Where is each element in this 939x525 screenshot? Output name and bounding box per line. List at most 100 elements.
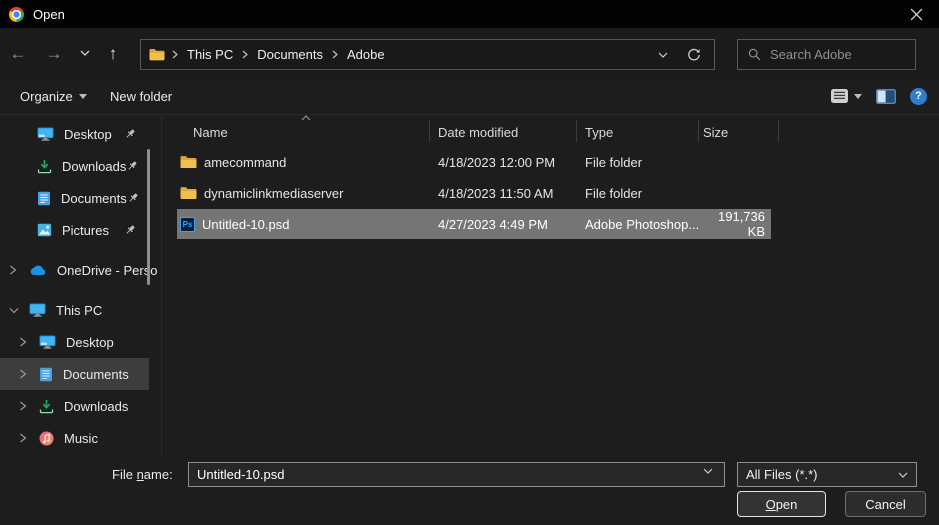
sidebar-item-label: Documents xyxy=(63,367,129,382)
breadcrumb-chevron-icon xyxy=(242,50,248,59)
column-header-type[interactable]: Type xyxy=(585,115,613,144)
sidebar-item-downloads[interactable]: Downloads xyxy=(0,390,160,422)
breadcrumb-segment-this-pc[interactable]: This PC xyxy=(185,47,235,62)
details-view-icon xyxy=(830,88,849,104)
music-icon xyxy=(39,431,54,446)
file-date-modified: 4/27/2023 4:49 PM xyxy=(429,217,576,232)
sidebar-item-onedrive[interactable]: OneDrive - Perso xyxy=(0,254,160,286)
file-name-label-post: ame: xyxy=(144,467,173,482)
file-row-untitled-10-psd-selected[interactable]: Ps Untitled-10.psd 4/27/2023 4:49 PM Ado… xyxy=(177,209,771,239)
open-button-label: pen xyxy=(776,497,798,512)
help-button[interactable]: ? xyxy=(910,88,927,105)
cancel-button[interactable]: Cancel xyxy=(845,491,926,517)
file-name-input[interactable] xyxy=(188,462,725,487)
column-header-name[interactable]: Name xyxy=(193,115,228,144)
recent-locations-button[interactable] xyxy=(72,40,98,66)
chevron-right-icon xyxy=(19,401,31,411)
file-row-amecommand[interactable]: amecommand 4/18/2023 12:00 PM File folde… xyxy=(177,147,771,177)
sidebar-item-label: Desktop xyxy=(66,335,114,350)
pin-icon xyxy=(124,224,136,236)
chevron-down-icon xyxy=(898,472,908,478)
column-separator[interactable] xyxy=(576,120,577,142)
sidebar-item-label: Downloads xyxy=(64,399,128,414)
caret-down-icon xyxy=(79,94,87,99)
change-view-button[interactable] xyxy=(830,88,862,104)
search-input[interactable]: Search Adobe xyxy=(737,39,916,70)
title-bar: Open xyxy=(0,0,939,28)
sidebar-item-desktop[interactable]: Desktop xyxy=(0,326,160,358)
up-icon: ↑ xyxy=(109,45,118,62)
chevron-right-icon xyxy=(19,369,31,379)
file-name: dynamiclinkmediaserver xyxy=(204,186,343,201)
close-icon xyxy=(910,8,923,21)
search-icon xyxy=(748,48,761,61)
new-folder-label: New folder xyxy=(110,89,172,104)
sidebar-item-label: Documents xyxy=(61,191,127,206)
address-dropdown-button[interactable] xyxy=(651,43,675,67)
sidebar-item-desktop-pinned[interactable]: Desktop xyxy=(0,118,160,150)
sidebar-item-pictures-pinned[interactable]: Pictures xyxy=(0,214,160,246)
file-date-modified: 4/18/2023 12:00 PM xyxy=(429,155,576,170)
new-folder-button[interactable]: New folder xyxy=(110,78,172,114)
folder-icon xyxy=(180,186,197,200)
desktop-icon xyxy=(37,127,54,141)
pin-icon xyxy=(126,160,138,172)
downloads-icon xyxy=(39,399,54,414)
documents-icon xyxy=(39,367,53,382)
desktop-icon xyxy=(39,335,56,349)
preview-pane-icon xyxy=(876,89,896,104)
breadcrumb-segment-documents[interactable]: Documents xyxy=(255,47,325,62)
chevron-down-icon xyxy=(9,307,21,314)
forward-button[interactable]: → xyxy=(41,40,67,66)
sidebar-item-label: Downloads xyxy=(62,159,126,174)
sidebar-scrollbar[interactable] xyxy=(147,149,150,285)
organize-menu-button[interactable]: Organize xyxy=(20,78,87,114)
sidebar-item-documents-selected[interactable]: Documents xyxy=(0,358,149,390)
navigation-bar: ← → ↑ This PC Documents Adobe xyxy=(0,28,939,78)
up-button[interactable]: ↑ xyxy=(100,40,126,66)
breadcrumb-segment-adobe[interactable]: Adobe xyxy=(345,47,387,62)
sidebar-item-label: Pictures xyxy=(62,223,109,238)
column-separator[interactable] xyxy=(778,120,779,142)
sidebar-item-label: Music xyxy=(64,431,98,446)
breadcrumb[interactable]: This PC Documents Adobe xyxy=(140,39,715,70)
file-type-select[interactable]: All Files (*.*) xyxy=(737,462,917,487)
refresh-icon xyxy=(687,48,701,62)
preview-pane-button[interactable] xyxy=(876,89,896,104)
close-button[interactable] xyxy=(900,2,932,26)
file-rows: amecommand 4/18/2023 12:00 PM File folde… xyxy=(177,147,771,239)
organize-label: Organize xyxy=(20,89,73,104)
chevron-down-icon xyxy=(658,52,668,58)
sidebar-item-downloads-pinned[interactable]: Downloads xyxy=(0,150,160,182)
column-separator[interactable] xyxy=(429,120,430,142)
sidebar-group-gap xyxy=(0,246,160,254)
refresh-button[interactable] xyxy=(682,43,706,67)
sidebar-item-documents-pinned[interactable]: Documents xyxy=(0,182,160,214)
photoshop-file-icon: Ps xyxy=(180,217,195,232)
caret-down-icon xyxy=(854,94,862,99)
sidebar-item-label: Desktop xyxy=(64,127,112,142)
column-header-size[interactable]: Size xyxy=(703,115,728,144)
forward-icon: → xyxy=(46,45,63,62)
breadcrumb-chevron-icon xyxy=(332,50,338,59)
sidebar-item-music[interactable]: Music xyxy=(0,422,160,454)
dialog-footer: File name: All Files (*.*) Open Cancel xyxy=(0,457,939,525)
cancel-button-label: Cancel xyxy=(865,497,905,512)
open-button[interactable]: Open xyxy=(737,491,826,517)
sidebar-item-this-pc[interactable]: This PC xyxy=(0,294,160,326)
sidebar-group-gap xyxy=(0,286,160,294)
open-button-accesskey: O xyxy=(766,497,776,512)
this-pc-icon xyxy=(29,303,46,317)
file-row-dynamiclinkmediaserver[interactable]: dynamiclinkmediaserver 4/18/2023 11:50 A… xyxy=(177,178,771,208)
chevron-right-icon xyxy=(9,265,21,275)
file-name-dropdown-icon[interactable] xyxy=(703,468,713,474)
search-placeholder: Search Adobe xyxy=(770,47,852,62)
back-button[interactable]: ← xyxy=(5,40,31,66)
file-type: Adobe Photoshop... xyxy=(576,217,698,232)
file-name-label: File name: xyxy=(112,467,173,482)
column-header-date-modified[interactable]: Date modified xyxy=(438,115,518,144)
sidebar-item-label: OneDrive - Perso xyxy=(57,263,157,278)
column-separator[interactable] xyxy=(698,120,699,142)
file-type: File folder xyxy=(576,155,698,170)
toolbar-right-group: ? xyxy=(830,78,927,114)
